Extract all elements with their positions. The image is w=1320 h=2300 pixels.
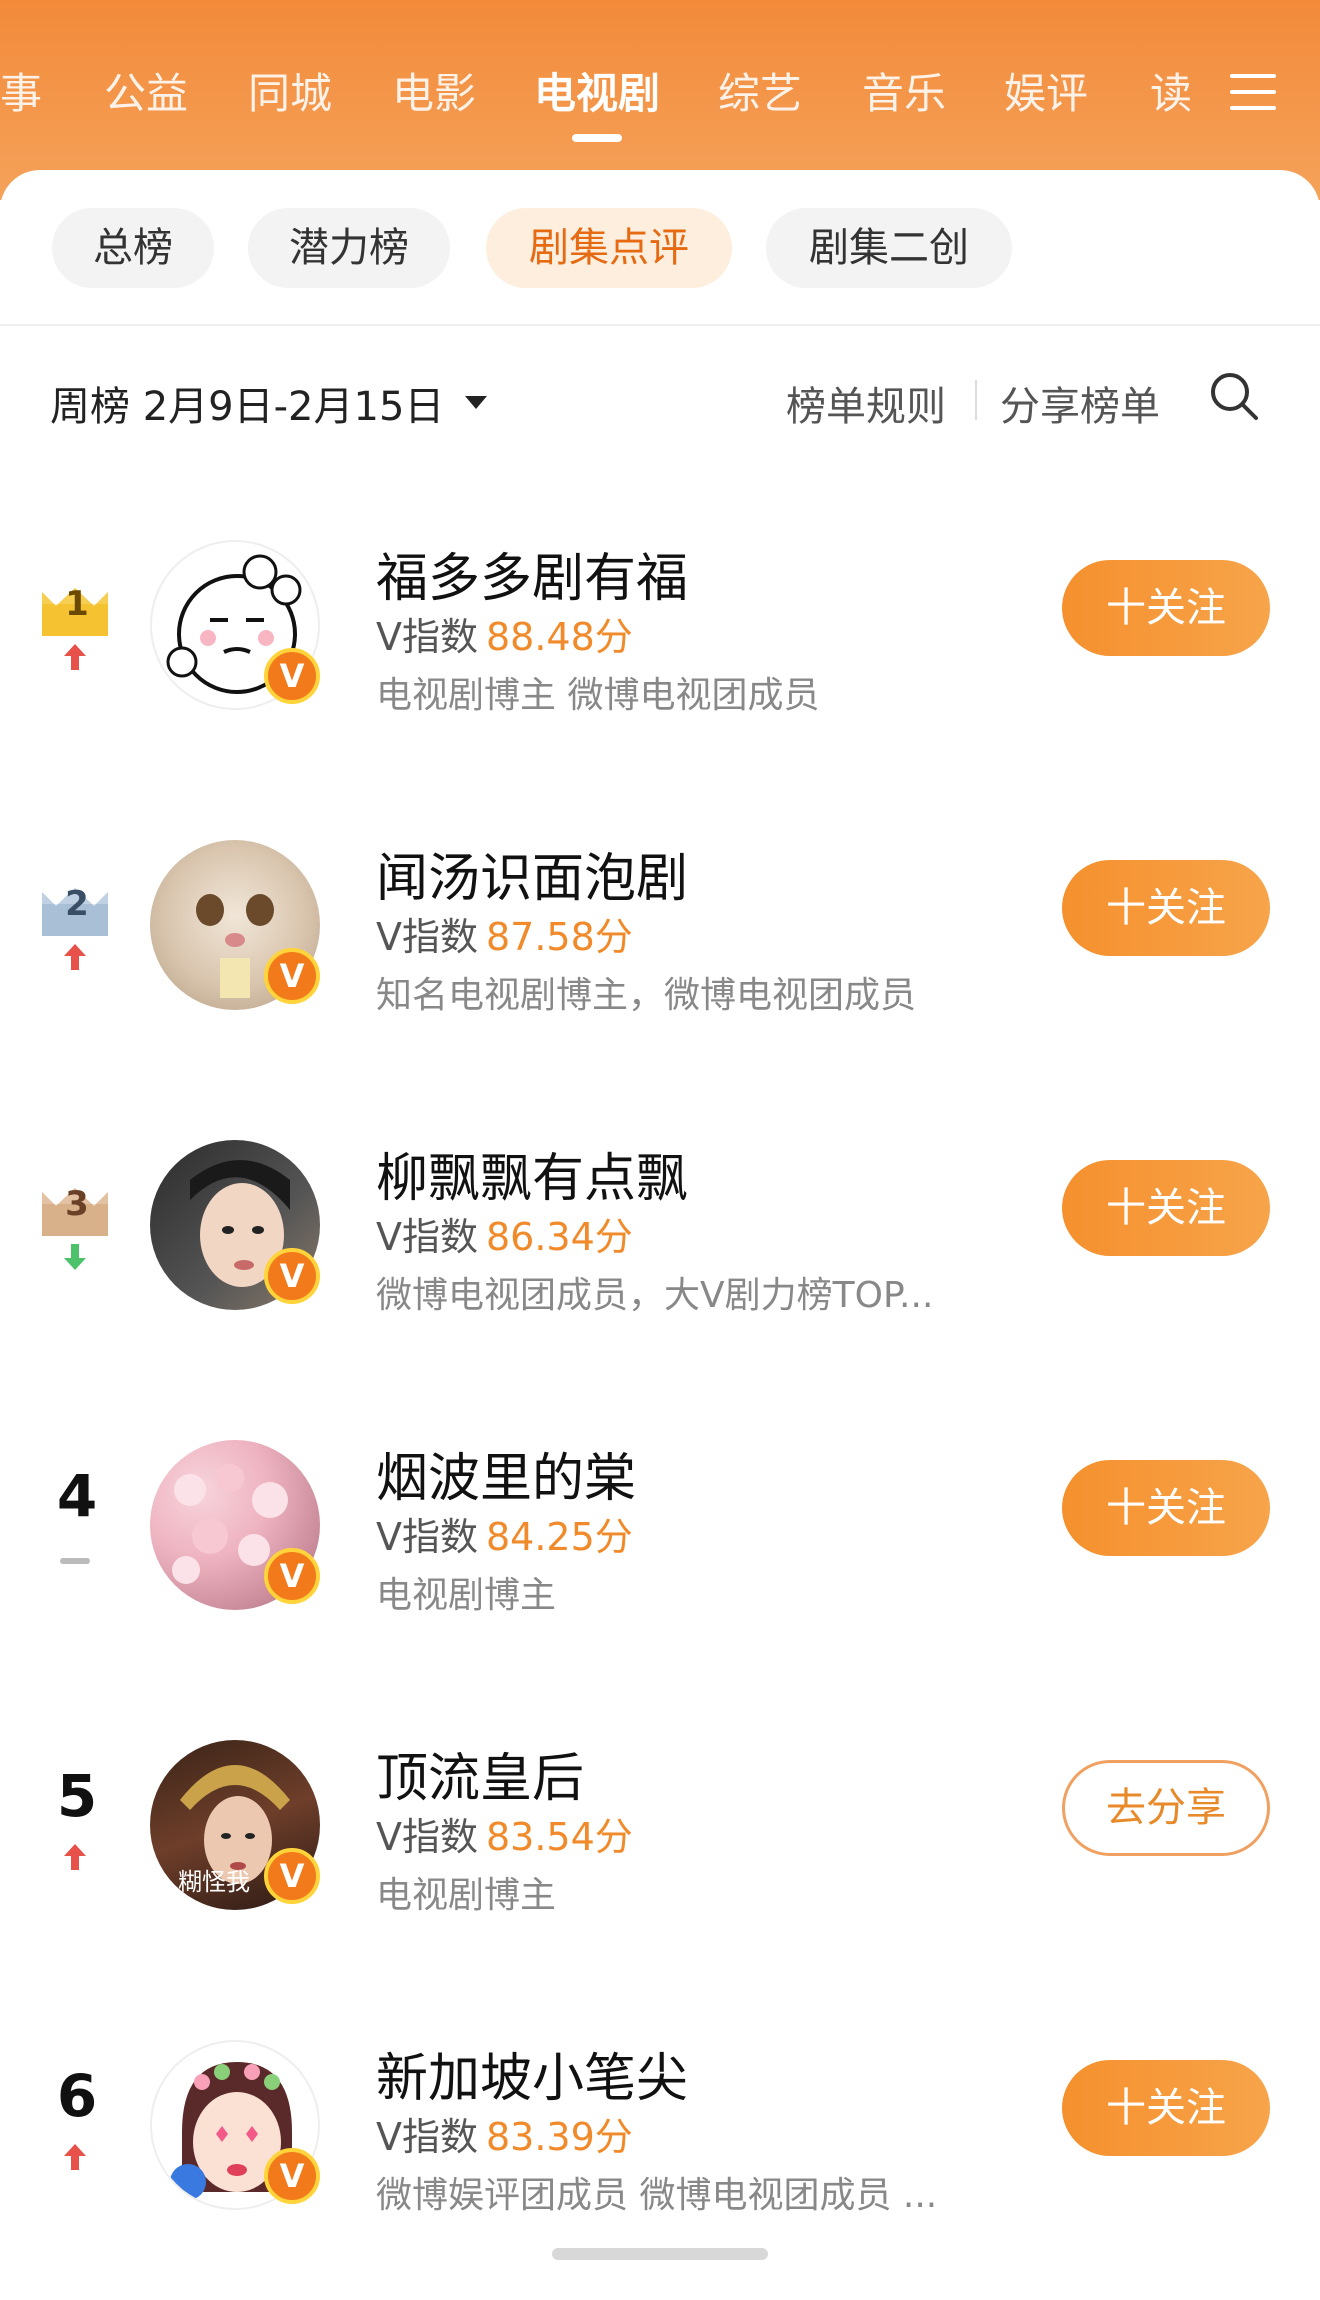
verified-badge-icon: V (264, 2148, 320, 2204)
follow-button[interactable]: 十关注 (1062, 2060, 1270, 2156)
score-value: 87.58分 (486, 915, 633, 959)
score-label: V指数 (376, 2115, 478, 2159)
score-label: V指数 (376, 1515, 478, 1559)
arrow-down-icon (64, 1244, 86, 1270)
rank-number: 6 (56, 2062, 98, 2130)
no-change-icon (60, 1558, 90, 1564)
tab-local[interactable]: 同城 (248, 60, 332, 121)
score-line: V指数 83.39分 (376, 2106, 633, 2161)
ranking-row-2[interactable]: 2 V 闻汤识面泡剧 V指数 87.58分 知名电视剧博主，微博电视团成员 十关注 (0, 800, 1320, 1100)
blogger-name[interactable]: 新加坡小笔尖 (376, 2036, 688, 2111)
separator (975, 380, 977, 420)
rank-number: 2 (65, 884, 89, 924)
blogger-description: 微博电视团成员，大V剧力榜TOP... (376, 1275, 934, 1316)
score-label: V指数 (376, 915, 478, 959)
tab-charity[interactable]: 公益 (104, 60, 188, 121)
blogger-name[interactable]: 顶流皇后 (376, 1736, 584, 1811)
blogger-description: 知名电视剧博主，微博电视团成员 (376, 975, 917, 1016)
tab-movie[interactable]: 电影 (392, 60, 476, 121)
score-label: V指数 (376, 1215, 478, 1259)
blogger-description: 电视剧博主 微博电视团成员 (376, 675, 820, 716)
share-button[interactable]: 去分享 (1062, 1760, 1270, 1856)
home-indicator[interactable] (552, 2248, 768, 2260)
category-tabs: 事 公益 同城 电影 电视剧 综艺 音乐 娱评 读 (0, 60, 1320, 140)
score-value: 83.54分 (486, 1815, 633, 1859)
tab-ent-review[interactable]: 娱评 (1004, 60, 1088, 121)
follow-button[interactable]: 十关注 (1062, 1460, 1270, 1556)
verified-badge-icon: V (264, 648, 320, 704)
tab-read[interactable]: 读 (1150, 60, 1192, 121)
arrow-up-icon (64, 1844, 86, 1870)
follow-button[interactable]: 十关注 (1062, 860, 1270, 956)
score-line: V指数 87.58分 (376, 906, 633, 961)
rank-number: 1 (65, 584, 89, 624)
score-line: V指数 84.25分 (376, 1506, 633, 1561)
arrow-up-icon (64, 944, 86, 970)
subtab-overall[interactable]: 总榜 (52, 208, 214, 288)
rank-number: 3 (65, 1184, 89, 1224)
period-selector[interactable]: 周榜 2月9日-2月15日 (50, 374, 444, 432)
score-label: V指数 (376, 1815, 478, 1859)
blogger-description: 电视剧博主 (376, 1575, 557, 1616)
score-line: V指数 83.54分 (376, 1806, 633, 1861)
ranking-row-5[interactable]: 5 糊怪我 V 顶流皇后 V指数 83.54分 电视剧博主 去分享 (0, 1700, 1320, 2000)
verified-badge-icon: V (264, 1848, 320, 1904)
caret-down-icon[interactable] (465, 396, 487, 409)
score-value: 88.48分 (486, 615, 633, 659)
tab-variety[interactable]: 综艺 (718, 60, 802, 121)
ranking-row-3[interactable]: 3 V 柳飘飘有点飘 V指数 86.34分 微博电视团成员，大V剧力榜TOP...… (0, 1100, 1320, 1400)
tab-music[interactable]: 音乐 (862, 60, 946, 121)
ranking-panel: 总榜 潜力榜 剧集点评 剧集二创 周榜 2月9日-2月15日 榜单规则 分享榜单… (0, 170, 1320, 2285)
score-label: V指数 (376, 615, 478, 659)
avatar-caption: 糊怪我 (178, 1868, 250, 1896)
subtab-potential[interactable]: 潜力榜 (248, 208, 450, 288)
score-value: 83.39分 (486, 2115, 633, 2159)
ranking-row-4[interactable]: 4 V 烟波里的棠 V指数 84.25分 电视剧博主 十关注 (0, 1400, 1320, 1700)
blogger-name[interactable]: 闻汤识面泡剧 (376, 836, 688, 911)
follow-button[interactable]: 十关注 (1062, 1160, 1270, 1256)
ranking-row-1[interactable]: 1 V 福多多剧有福 V指数 88.48分 电视剧博主 微博电视团成员 十关注 (0, 500, 1320, 800)
subtab-fan-creations[interactable]: 剧集二创 (766, 208, 1012, 288)
blogger-name[interactable]: 烟波里的棠 (376, 1436, 636, 1511)
score-line: V指数 86.34分 (376, 1206, 633, 1261)
score-line: V指数 88.48分 (376, 606, 633, 661)
subtab-episode-review[interactable]: 剧集点评 (486, 208, 732, 288)
search-icon[interactable] (1208, 370, 1260, 422)
rank-number: 4 (56, 1462, 98, 1530)
score-value: 86.34分 (486, 1215, 633, 1259)
score-value: 84.25分 (486, 1515, 633, 1559)
rules-link[interactable]: 榜单规则 (786, 374, 946, 432)
verified-badge-icon: V (264, 1548, 320, 1604)
active-tab-indicator (572, 134, 622, 142)
follow-button[interactable]: 十关注 (1062, 560, 1270, 656)
verified-badge-icon: V (264, 948, 320, 1004)
hamburger-menu-icon[interactable] (1230, 72, 1276, 112)
blogger-description: 微博娱评团成员 微博电视团成员 ... (376, 2175, 938, 2216)
verified-badge-icon: V (264, 1248, 320, 1304)
blogger-name[interactable]: 柳飘飘有点飘 (376, 1136, 688, 1211)
arrow-up-icon (64, 644, 86, 670)
tab-partial-left[interactable]: 事 (0, 60, 42, 121)
blogger-description: 电视剧博主 (376, 1875, 557, 1916)
tab-tv-series[interactable]: 电视剧 (534, 60, 660, 121)
blogger-name[interactable]: 福多多剧有福 (376, 536, 688, 611)
arrow-up-icon (64, 2144, 86, 2170)
divider (0, 324, 1320, 326)
rank-number: 5 (56, 1762, 98, 1830)
share-list-link[interactable]: 分享榜单 (1000, 374, 1160, 432)
